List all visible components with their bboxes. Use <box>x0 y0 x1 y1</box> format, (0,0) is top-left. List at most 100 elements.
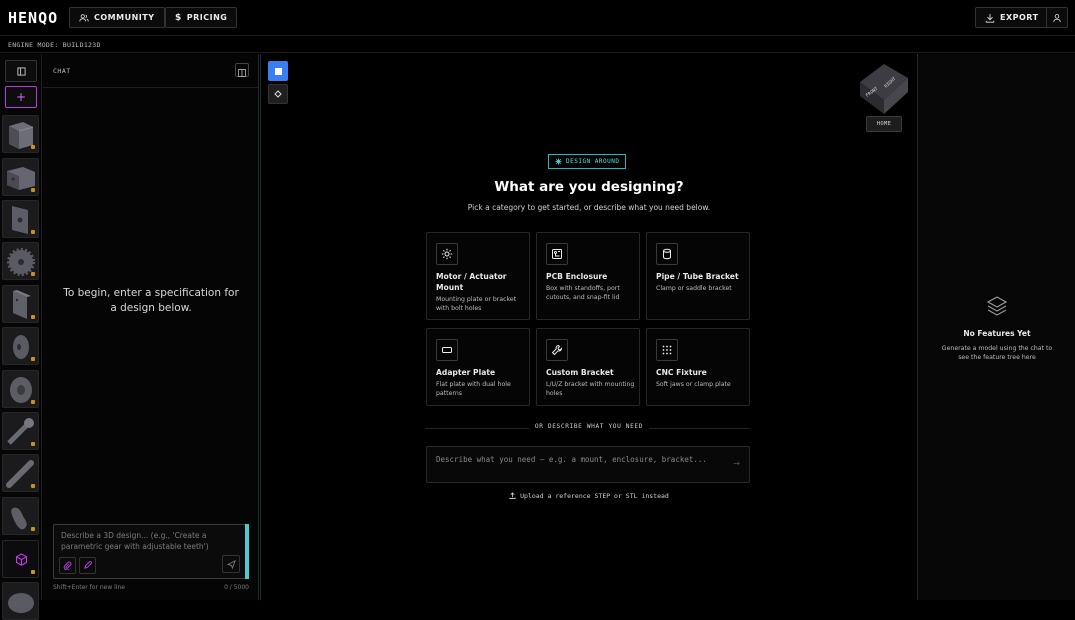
badge-label: DESIGN AROUND <box>566 158 620 165</box>
upload-reference-link[interactable]: Upload a reference STEP or STL instead <box>261 492 917 500</box>
lock-icon <box>31 570 35 574</box>
chat-input[interactable]: Describe a 3D design... (e.g., 'Create a… <box>61 530 229 552</box>
logo[interactable]: HENQO <box>8 9 58 27</box>
lock-icon <box>31 272 35 276</box>
panel-icon <box>238 69 246 77</box>
chat-title: CHAT <box>43 54 258 88</box>
card-description: L/U/Z bracket with mounting holes <box>546 381 635 397</box>
pricing-button[interactable]: $ PRICING <box>165 7 238 28</box>
home-view-button[interactable]: HOME <box>866 116 902 132</box>
part-thumbnail[interactable] <box>2 242 39 280</box>
part-thumbnail[interactable] <box>2 454 39 492</box>
user-icon <box>1053 13 1061 22</box>
category-card-pipe-bracket[interactable]: Pipe / Tube Bracket Clamp or saddle brac… <box>646 232 750 320</box>
pricing-label: PRICING <box>186 13 228 22</box>
card-title: Adapter Plate <box>436 368 496 377</box>
upload-icon <box>509 492 516 499</box>
lock-icon <box>31 484 35 488</box>
card-description: Clamp or saddle bracket <box>656 285 732 292</box>
lock-icon <box>31 527 35 531</box>
attach-button[interactable] <box>59 557 76 574</box>
part-thumbnail[interactable] <box>2 412 39 450</box>
category-card-motor-mount[interactable]: Motor / Actuator Mount Mounting plate or… <box>426 232 530 320</box>
square-icon <box>274 67 282 75</box>
lock-icon <box>31 357 35 361</box>
sketch-button[interactable] <box>79 557 96 574</box>
category-card-adapter-plate[interactable]: Adapter Plate Flat plate with dual hole … <box>426 328 530 406</box>
no-features-title: No Features Yet <box>963 329 1031 338</box>
part-thumbnail[interactable] <box>2 582 39 620</box>
sparkle-icon <box>555 158 562 165</box>
chat-empty-message: To begin, enter a specification for a de… <box>63 287 239 314</box>
arrow-right-icon[interactable]: → <box>733 459 740 468</box>
card-description: Box with standoffs, port cutouts, and sn… <box>546 285 620 301</box>
card-title: CNC Fixture <box>656 368 707 377</box>
chat-footer: Shift+Enter for new line 0 / 5000 <box>53 584 249 591</box>
paperclip-icon <box>63 561 72 570</box>
community-button[interactable]: COMMUNITY <box>69 7 165 28</box>
panel-icon <box>16 66 26 76</box>
design-around-badge[interactable]: DESIGN AROUND <box>548 154 627 169</box>
export-label: EXPORT <box>1000 13 1039 22</box>
cylinder-icon <box>656 243 678 265</box>
part-library-strip: + <box>0 54 42 620</box>
plus-icon: + <box>15 90 27 104</box>
describe-placeholder: Describe what you need — e.g. a mount, e… <box>436 455 707 464</box>
card-description: Mounting plate or bracket with bolt hole… <box>436 296 517 312</box>
view-cube[interactable]: FRONT RIGHT <box>854 60 912 118</box>
lock-icon <box>31 188 35 192</box>
input-hint: Shift+Enter for new line <box>53 584 125 591</box>
engine-mode-bar: ENGINE MODE: BUILD123D <box>0 37 1075 53</box>
chat-input-box[interactable]: Describe a 3D design... (e.g., 'Create a… <box>53 524 249 579</box>
describe-input[interactable]: Describe what you need — e.g. a mount, e… <box>426 446 750 483</box>
part-thumbnail[interactable] <box>2 158 39 196</box>
upload-label: Upload a reference STEP or STL instead <box>520 492 669 500</box>
wireframe-view-button[interactable] <box>268 84 288 104</box>
lock-icon <box>31 442 35 446</box>
lock-icon <box>31 230 35 234</box>
part-thumbnail[interactable] <box>2 370 39 408</box>
char-counter: 0 / 5000 <box>224 584 249 591</box>
pencil-icon <box>84 561 92 569</box>
wrench-icon <box>546 339 568 361</box>
diamond-icon <box>274 90 282 98</box>
part-thumbnail[interactable] <box>2 285 39 323</box>
top-bar: HENQO COMMUNITY $ PRICING EXPORT <box>0 0 1075 36</box>
no-features-subtitle: Generate a model using the chat to see t… <box>941 345 1053 361</box>
part-thumbnail[interactable] <box>2 200 39 238</box>
card-description: Soft jaws or clamp plate <box>656 381 731 388</box>
card-title: PCB Enclosure <box>546 272 608 281</box>
feature-tree-panel: No Features Yet Generate a model using t… <box>917 54 1075 600</box>
gear-icon <box>436 243 458 265</box>
download-icon <box>985 13 995 23</box>
dollar-icon: $ <box>175 12 182 23</box>
account-button[interactable] <box>1046 7 1068 28</box>
solid-view-button[interactable] <box>268 61 288 81</box>
send-icon <box>226 559 236 569</box>
card-description: Flat plate with dual hole patterns <box>436 381 511 397</box>
part-thumbnail[interactable] <box>2 497 39 535</box>
category-card-pcb-enclosure[interactable]: PCB Enclosure Box with standoffs, port c… <box>536 232 640 320</box>
card-title: Custom Bracket <box>546 368 614 377</box>
card-title: Motor / Actuator Mount <box>436 272 507 292</box>
part-thumbnail-selected[interactable] <box>2 540 39 578</box>
category-card-custom-bracket[interactable]: Custom Bracket L/U/Z bracket with mounti… <box>536 328 640 406</box>
chat-panel: CHAT To begin, enter a specification for… <box>43 54 259 600</box>
category-card-cnc-fixture[interactable]: CNC Fixture Soft jaws or clamp plate <box>646 328 750 406</box>
add-part-button[interactable]: + <box>5 86 37 108</box>
grid-dots-icon <box>656 339 678 361</box>
part-thumbnail[interactable] <box>2 327 39 365</box>
input-scrollbar <box>245 524 249 579</box>
or-describe-text: OR DESCRIBE WHAT YOU NEED <box>528 423 650 430</box>
viewport[interactable]: FRONT RIGHT HOME DESIGN AROUND What are … <box>260 54 916 600</box>
export-button[interactable]: EXPORT <box>975 7 1049 28</box>
lock-icon <box>31 315 35 319</box>
collapse-chat-button[interactable] <box>235 63 249 77</box>
community-label: COMMUNITY <box>94 13 155 22</box>
part-thumbnail[interactable] <box>2 115 39 153</box>
toggle-panel-button[interactable] <box>5 60 37 82</box>
send-button[interactable] <box>222 555 240 573</box>
lock-icon <box>31 400 35 404</box>
page-subtitle: Pick a category to get started, or descr… <box>467 203 711 212</box>
page-title: What are you designing? <box>494 179 684 195</box>
